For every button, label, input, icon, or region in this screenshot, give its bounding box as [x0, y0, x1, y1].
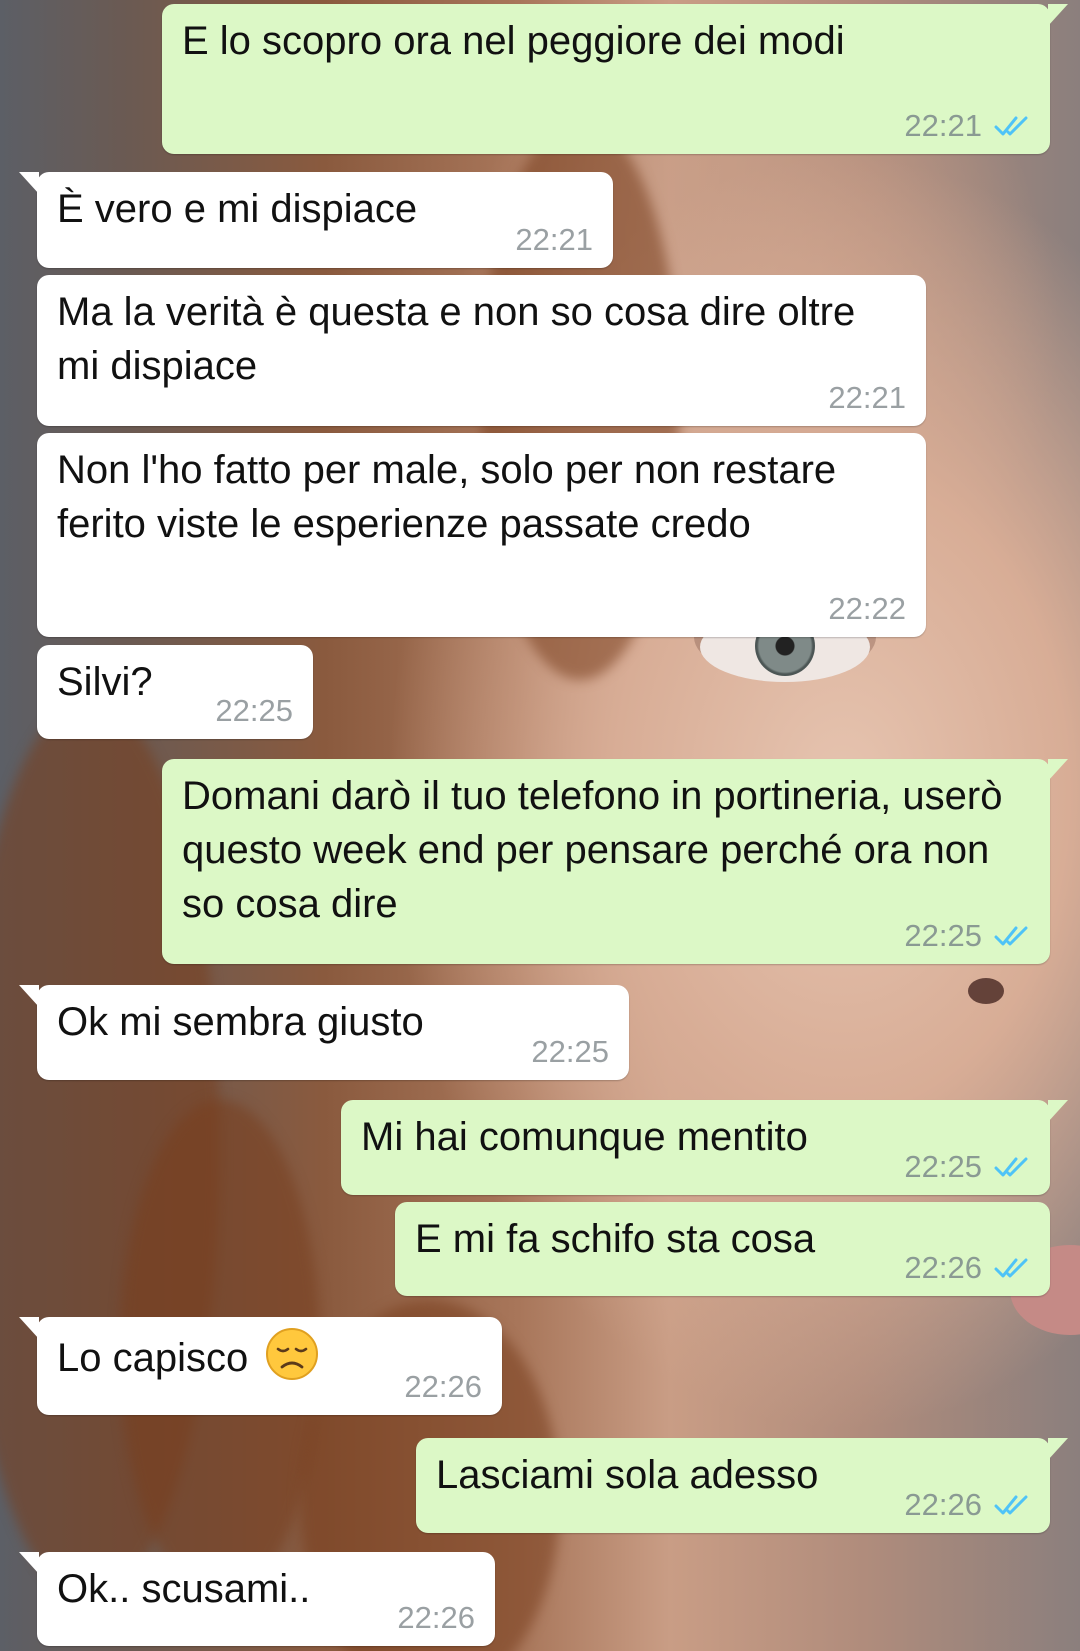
message-time: 22:26	[904, 1487, 982, 1522]
message-bubble-incoming[interactable]: Ok.. scusami.. 22:26	[19, 1552, 495, 1646]
message-text: Ma la verità è questa e non so cosa dire…	[57, 290, 856, 388]
double-check-icon	[994, 924, 1030, 948]
double-check-icon	[994, 114, 1030, 138]
message-meta: 22:21	[828, 380, 906, 416]
message-time: 22:25	[531, 1034, 609, 1069]
message-time: 22:26	[404, 1369, 482, 1404]
message-meta: 22:26	[904, 1487, 1030, 1523]
message-meta: 22:21	[515, 222, 593, 258]
wallpaper-nostril	[968, 978, 1004, 1004]
message-text: E lo scopro ora nel peggiore dei modi	[182, 19, 845, 63]
message-text: Ok mi sembra giusto	[57, 1000, 424, 1044]
message-text: Lo capisco	[57, 1336, 249, 1380]
message-meta: 22:21	[904, 108, 1030, 144]
message-time: 22:26	[904, 1250, 982, 1285]
message-meta: 22:25	[904, 918, 1030, 954]
message-bubble-outgoing[interactable]: Lasciami sola adesso 22:26	[416, 1438, 1068, 1533]
double-check-icon	[994, 1256, 1030, 1280]
double-check-icon	[994, 1155, 1030, 1179]
message-time: 22:25	[215, 693, 293, 728]
message-meta: 22:26	[397, 1600, 475, 1636]
message-bubble-outgoing[interactable]: Domani darò il tuo telefono in portineri…	[162, 759, 1068, 964]
message-bubble-incoming[interactable]: Non l'ho fatto per male, solo per non re…	[37, 433, 926, 637]
message-meta: 22:25	[531, 1034, 609, 1070]
message-bubble-outgoing[interactable]: E lo scopro ora nel peggiore dei modi 22…	[162, 4, 1068, 154]
message-text: È vero e mi dispiace	[57, 187, 418, 231]
message-meta: 22:26	[904, 1250, 1030, 1286]
message-bubble-incoming[interactable]: Lo capisco 22:26	[19, 1317, 502, 1415]
message-text: Non l'ho fatto per male, solo per non re…	[57, 448, 837, 546]
message-bubble-outgoing[interactable]: E mi fa schifo sta cosa 22:26	[395, 1202, 1050, 1296]
message-bubble-incoming[interactable]: È vero e mi dispiace 22:21	[19, 172, 613, 268]
message-time: 22:25	[904, 1149, 982, 1184]
message-meta: 22:26	[404, 1369, 482, 1405]
message-bubble-incoming[interactable]: Ma la verità è questa e non so cosa dire…	[37, 275, 926, 426]
message-time: 22:21	[904, 108, 982, 143]
message-bubble-outgoing[interactable]: Mi hai comunque mentito 22:25	[341, 1100, 1068, 1195]
message-time: 22:21	[828, 380, 906, 415]
message-meta: 22:25	[904, 1149, 1030, 1185]
message-time: 22:25	[904, 918, 982, 953]
message-bubble-incoming[interactable]: Silvi? 22:25	[37, 645, 313, 739]
message-time: 22:21	[515, 222, 593, 257]
message-bubble-incoming[interactable]: Ok mi sembra giusto 22:25	[19, 985, 629, 1080]
message-text: Domani darò il tuo telefono in portineri…	[182, 774, 1003, 926]
double-check-icon	[994, 1493, 1030, 1517]
message-time: 22:26	[397, 1600, 475, 1635]
message-time: 22:22	[828, 591, 906, 626]
message-meta: 22:22	[828, 591, 906, 627]
disappointed-face-emoji	[266, 1328, 319, 1380]
message-meta: 22:25	[215, 693, 293, 729]
